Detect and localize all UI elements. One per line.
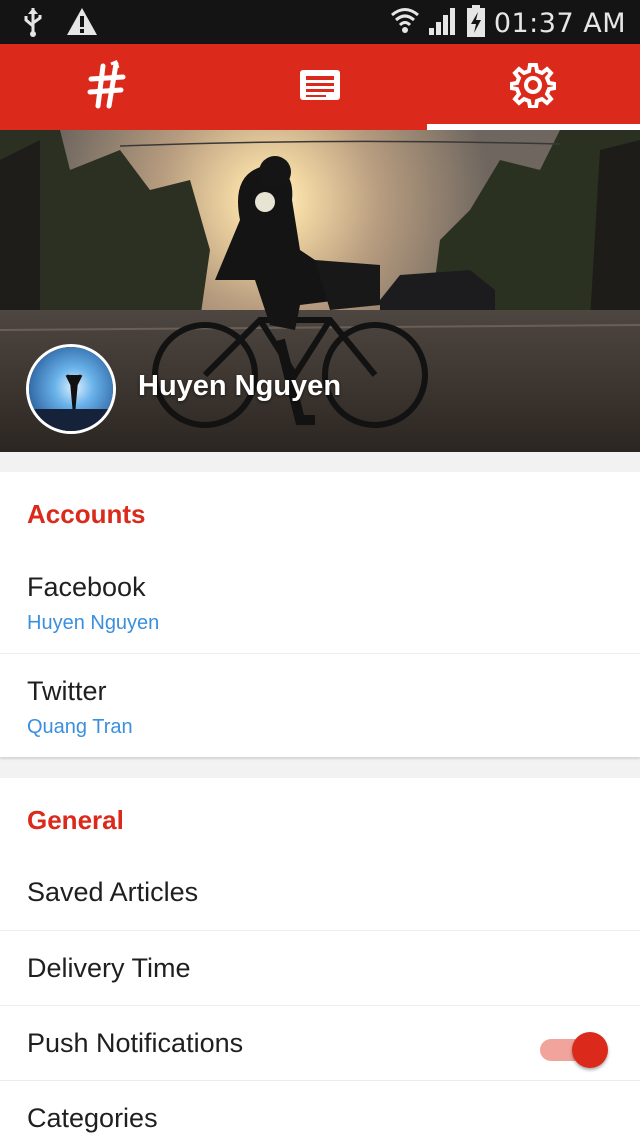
account-row-facebook[interactable]: Facebook Huyen Nguyen [0, 550, 640, 654]
general-row-push-notifications[interactable]: Push Notifications [0, 1006, 640, 1081]
toggle-thumb [572, 1032, 608, 1068]
general-item-label: Delivery Time [27, 953, 191, 983]
status-time: 01:37 AM [493, 8, 626, 39]
general-section: General Saved Articles Delivery Time Pus… [0, 778, 640, 1136]
general-title: General [27, 805, 124, 835]
tab-hashtag[interactable] [0, 44, 213, 130]
signal-icon [428, 6, 458, 41]
accounts-title: Accounts [27, 499, 146, 529]
accounts-section: Accounts Facebook Huyen Nguyen Twitter Q… [0, 472, 640, 757]
general-row-delivery-time[interactable]: Delivery Time [0, 931, 640, 1006]
account-row-twitter[interactable]: Twitter Quang Tran [0, 654, 640, 757]
warning-icon [66, 7, 98, 42]
status-bar: 01:37 AM [0, 0, 640, 44]
account-label: Twitter [27, 676, 107, 706]
hashtag-icon [87, 59, 127, 115]
account-value: Huyen Nguyen [27, 612, 160, 634]
battery-charging-icon [466, 4, 486, 43]
wifi-icon [390, 5, 420, 42]
profile-name: Huyen Nguyen [138, 370, 342, 402]
account-label: Facebook [27, 572, 146, 602]
tab-settings[interactable] [426, 44, 640, 130]
account-value: Quang Tran [27, 716, 133, 738]
tab-bar [0, 44, 640, 130]
general-row-categories[interactable]: Categories [0, 1081, 640, 1136]
general-item-label: Categories [27, 1103, 158, 1133]
gear-icon [509, 62, 558, 113]
general-item-label: Saved Articles [27, 877, 199, 907]
general-row-saved-articles[interactable]: Saved Articles [0, 855, 640, 931]
newspaper-icon [298, 68, 342, 107]
usb-icon [22, 6, 44, 43]
general-item-label: Push Notifications [27, 1028, 244, 1058]
tab-news[interactable] [213, 44, 426, 130]
push-notifications-toggle[interactable] [540, 1030, 610, 1070]
avatar[interactable] [26, 344, 116, 434]
